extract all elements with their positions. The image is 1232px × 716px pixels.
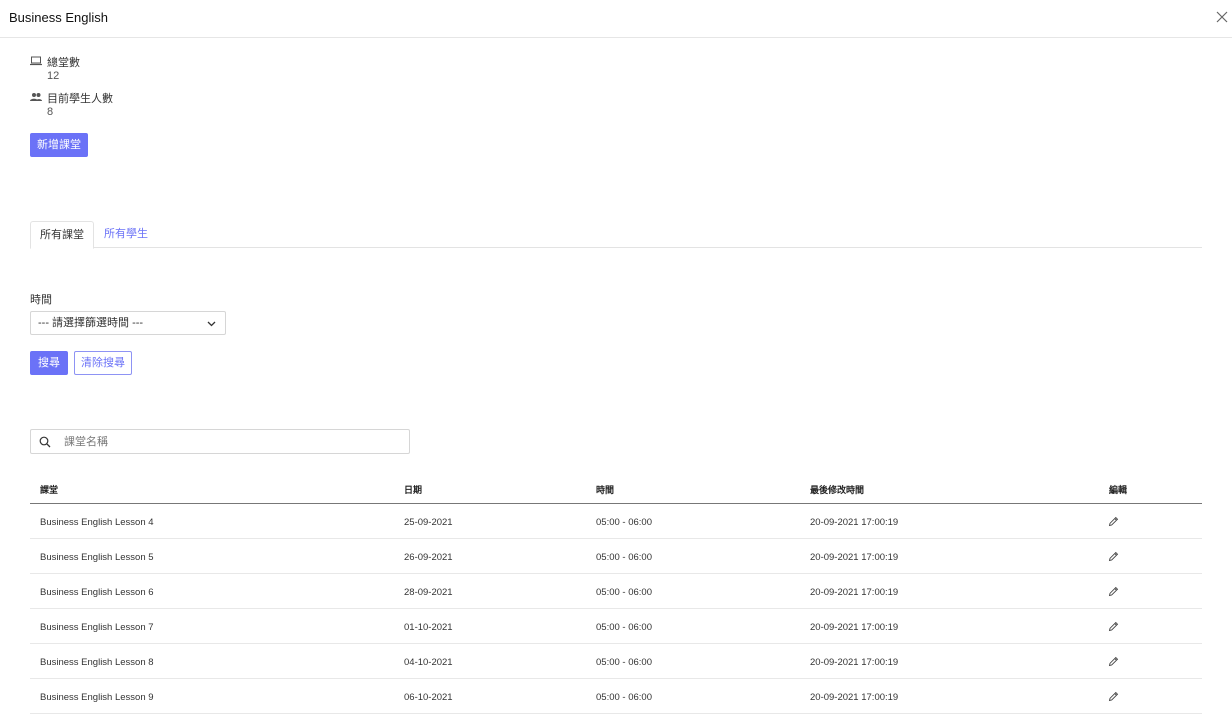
close-button[interactable]	[1214, 9, 1230, 25]
laptop-icon	[30, 56, 42, 66]
date-cell: 04-10-2021	[404, 657, 453, 668]
edit-pencil-icon[interactable]	[1108, 551, 1119, 562]
time-filter-label: 時間	[30, 294, 52, 306]
last-modified-cell: 20-09-2021 17:00:19	[810, 552, 899, 563]
lesson-name-cell: Business English Lesson 6	[40, 587, 154, 598]
edit-pencil-icon[interactable]	[1108, 621, 1119, 632]
edit-pencil-icon[interactable]	[1108, 656, 1119, 667]
search-button[interactable]: 搜尋	[30, 351, 68, 375]
table-row[interactable]: Business English Lesson 7 01-10-2021 05:00…	[30, 609, 1202, 644]
last-modified-cell: 20-09-2021 17:00:19	[810, 587, 899, 598]
stat-value: 12	[47, 70, 60, 82]
column-header-lesson[interactable]: 課堂	[40, 483, 58, 496]
stat-label: 總堂數	[47, 57, 80, 69]
column-header-edit: 編輯	[1109, 485, 1128, 495]
lesson-name-cell: Business English Lesson 7	[40, 622, 154, 633]
date-cell: 28-09-2021	[404, 587, 453, 598]
time-cell: 05:00 - 06:00	[596, 517, 652, 528]
last-modified-cell: 20-09-2021 17:00:19	[810, 517, 899, 528]
lesson-name-cell: Business English Lesson 9	[40, 692, 154, 703]
chevron-down-icon	[207, 321, 216, 327]
table-row[interactable]: Business English Lesson 8 04-10-2021 05:00…	[30, 644, 1202, 679]
lesson-name-cell: Business English Lesson 8	[40, 657, 154, 668]
lesson-name-cell: Business English Lesson 4	[40, 517, 154, 528]
date-cell: 06-10-2021	[404, 692, 453, 703]
time-cell: 05:00 - 06:00	[596, 587, 652, 598]
time-filter-select[interactable]: --- 請選擇篩選時間 ---	[30, 311, 226, 335]
lesson-search-box	[30, 429, 410, 454]
modal-title: Business English	[9, 10, 108, 25]
last-modified-cell: 20-09-2021 17:00:19	[810, 657, 899, 668]
column-header-date[interactable]: 日期	[404, 483, 422, 496]
time-cell: 05:00 - 06:00	[596, 692, 652, 703]
date-cell: 01-10-2021	[404, 622, 453, 633]
tab-all-lessons[interactable]: 所有課堂	[30, 221, 94, 249]
stat-label: 目前學生人數	[47, 93, 113, 105]
table-body: Business English Lesson 4 25-09-2021 05:00…	[30, 504, 1202, 714]
users-icon	[30, 93, 42, 101]
table-row[interactable]: Business English Lesson 4 25-09-2021 05:00…	[30, 504, 1202, 539]
tab-bar: 所有課堂 所有學生	[30, 221, 1202, 249]
clear-search-button[interactable]: 清除搜尋	[74, 351, 132, 375]
modal-header: Business English	[0, 0, 1232, 38]
lesson-name-cell: Business English Lesson 5	[40, 552, 154, 563]
column-header-last-modified[interactable]: 最後修改時間	[810, 483, 864, 496]
stat-value: 8	[47, 106, 54, 118]
add-lesson-button[interactable]: 新增課堂	[30, 133, 88, 157]
tab-all-students[interactable]: 所有學生	[94, 221, 158, 248]
edit-pencil-icon[interactable]	[1108, 586, 1119, 597]
table-row[interactable]: Business English Lesson 5 26-09-2021 05:00…	[30, 539, 1202, 574]
time-filter-value: --- 請選擇篩選時間 ---	[38, 317, 144, 329]
search-icon	[39, 436, 51, 448]
lesson-search-input[interactable]	[64, 433, 394, 450]
table-header: 課堂 日期 時間 最後修改時間 編輯	[30, 472, 1202, 504]
table-row[interactable]: Business English Lesson 6 28-09-2021 05:00…	[30, 574, 1202, 609]
time-cell: 05:00 - 06:00	[596, 622, 652, 633]
table-row[interactable]: Business English Lesson 9 06-10-2021 05:00…	[30, 679, 1202, 714]
edit-pencil-icon[interactable]	[1108, 691, 1119, 702]
date-cell: 25-09-2021	[404, 517, 453, 528]
date-cell: 26-09-2021	[404, 552, 453, 563]
last-modified-cell: 20-09-2021 17:00:19	[810, 622, 899, 633]
column-header-time[interactable]: 時間	[596, 483, 614, 496]
edit-pencil-icon[interactable]	[1108, 516, 1119, 527]
time-cell: 05:00 - 06:00	[596, 552, 652, 563]
lessons-table: 課堂 日期 時間 最後修改時間 編輯 Business English Less…	[30, 472, 1202, 714]
close-icon[interactable]	[1214, 9, 1230, 25]
last-modified-cell: 20-09-2021 17:00:19	[810, 692, 899, 703]
time-cell: 05:00 - 06:00	[596, 657, 652, 668]
